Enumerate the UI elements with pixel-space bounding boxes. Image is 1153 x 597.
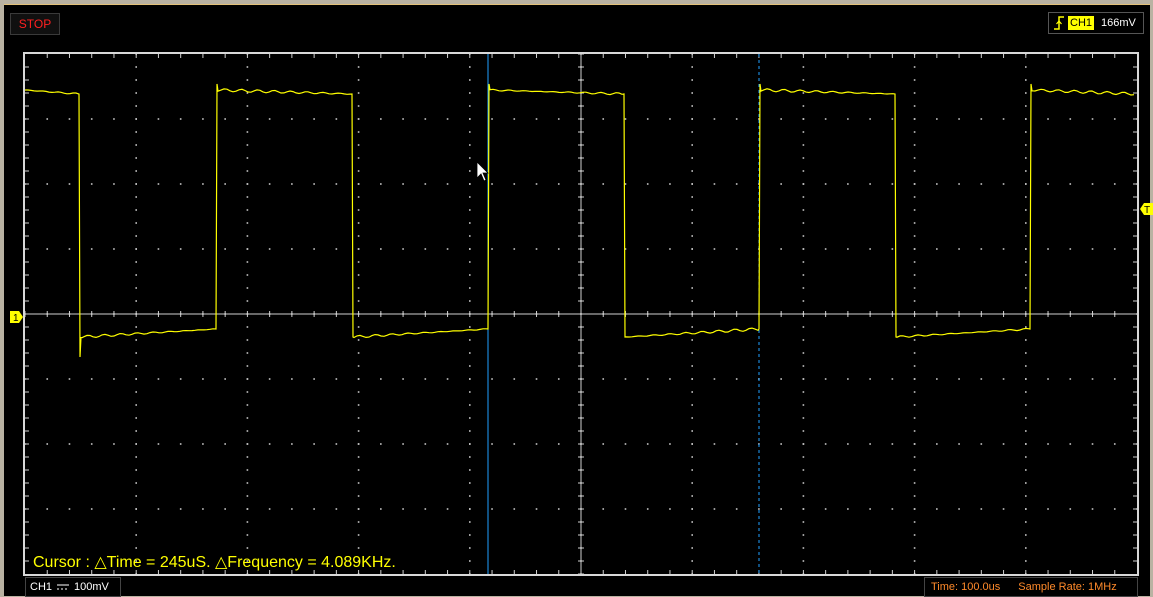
channel-1-offset-marker[interactable]: 1	[10, 310, 24, 329]
scope-window: STOP CH1 166mV 1 T Cursor : △Time = 245u…	[4, 4, 1153, 597]
channel-marker-icon: 1	[10, 311, 23, 324]
timebase-value: Time: 100.0us	[931, 581, 1001, 593]
trigger-status[interactable]: CH1 166mV	[1048, 12, 1144, 34]
channel-1-trace	[25, 83, 1135, 358]
channel-scale-info: CH1 100mV	[25, 577, 121, 597]
cursor-readout: Cursor : △Time = 245uS. △Frequency = 4.0…	[33, 554, 396, 571]
trigger-marker-icon: T	[1140, 203, 1153, 216]
run-stop-button[interactable]: STOP	[10, 13, 60, 35]
channel-scale-value: 100mV	[74, 581, 109, 593]
trigger-marker-label: T	[1144, 205, 1150, 216]
timebase-info: Time: 100.0us Sample Rate: 1MHz	[924, 577, 1138, 597]
waveform-display[interactable]: Cursor : △Time = 245uS. △Frequency = 4.0…	[23, 52, 1139, 576]
trigger-level-value: 166mV	[1101, 17, 1136, 29]
trigger-channel-label: CH1	[1068, 16, 1095, 30]
trigger-level-marker[interactable]: T	[1139, 202, 1153, 221]
mouse-pointer-icon	[476, 161, 489, 182]
channel-marker-label: 1	[13, 313, 19, 324]
channel-label: CH1	[30, 581, 53, 593]
rising-edge-icon	[1054, 16, 1064, 30]
waveform-plot	[25, 54, 1137, 574]
dc-coupling-icon	[57, 584, 70, 590]
sample-rate-value: Sample Rate: 1MHz	[1018, 581, 1117, 593]
